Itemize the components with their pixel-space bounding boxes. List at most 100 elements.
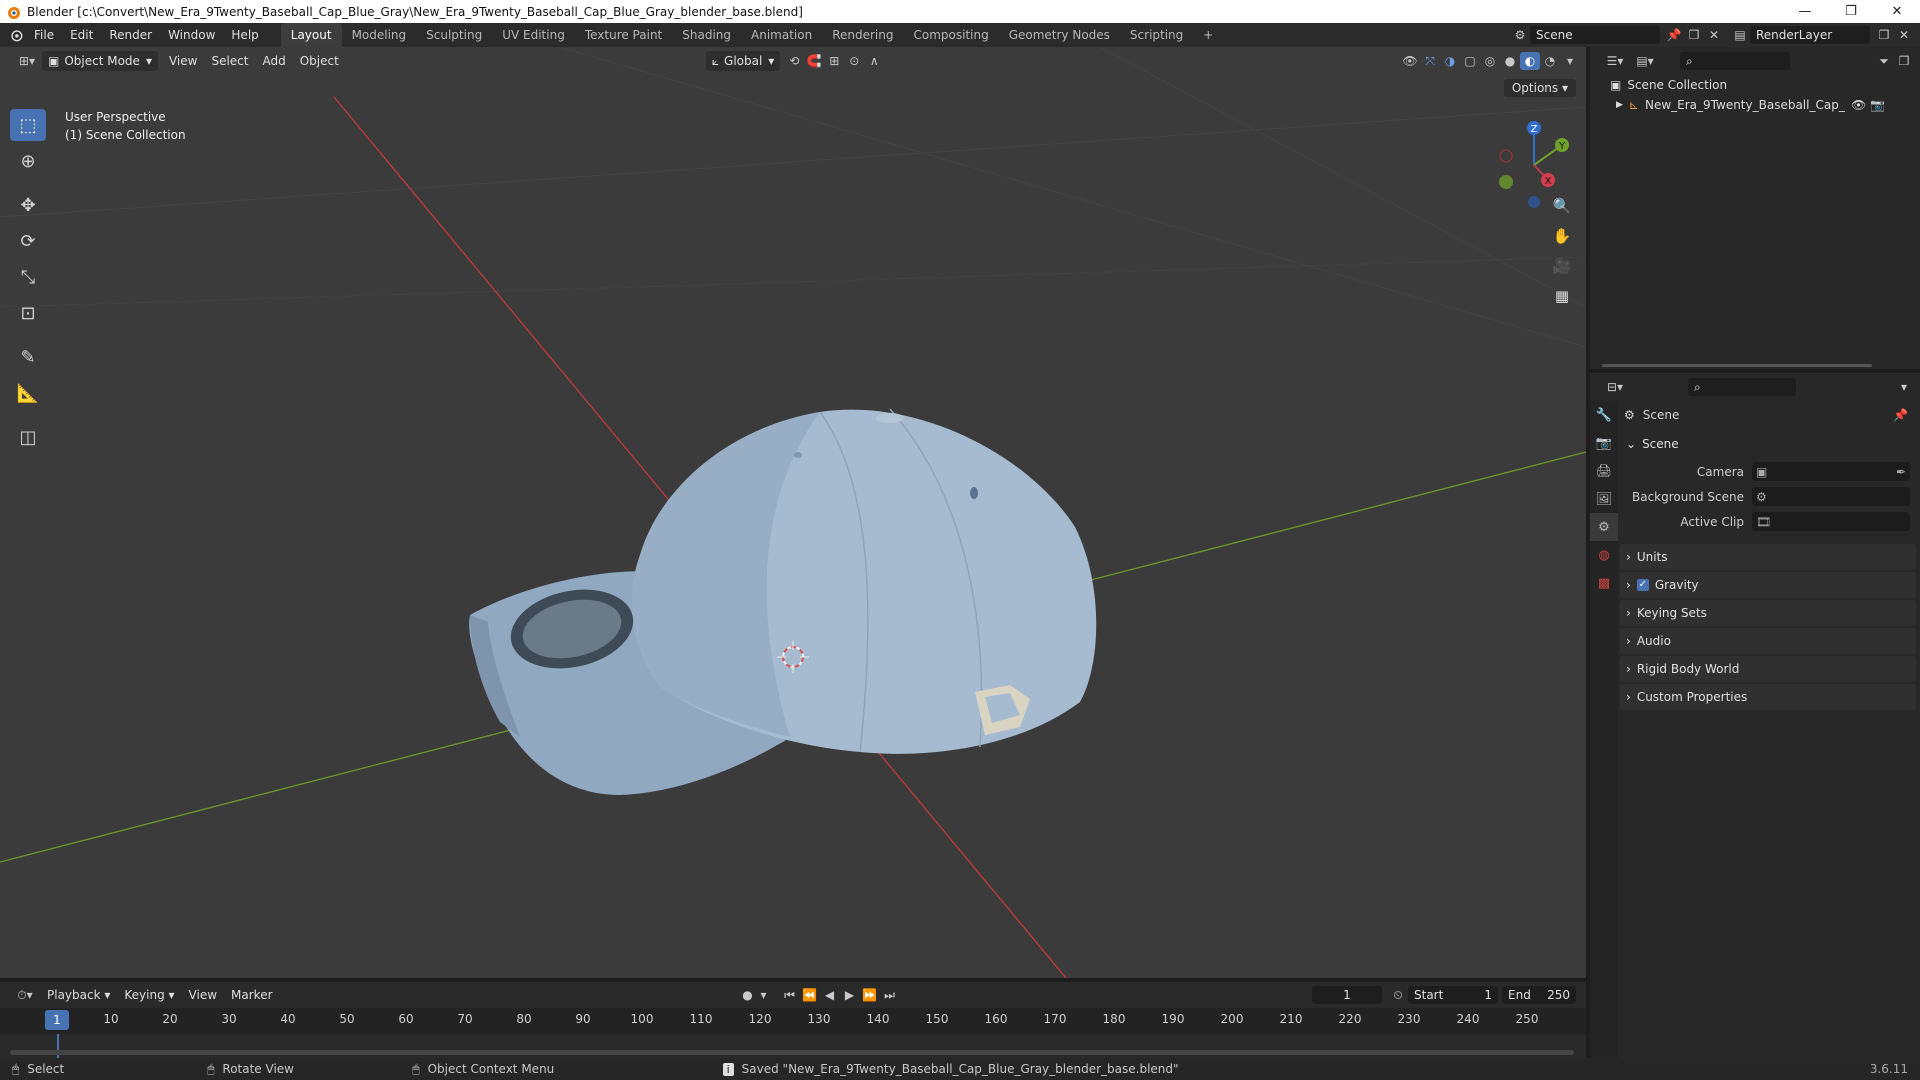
add-workspace-button[interactable]: +: [1193, 23, 1223, 47]
delete-layer-icon[interactable]: ✕: [1894, 26, 1914, 44]
eye-icon[interactable]: 👁: [1851, 98, 1866, 112]
tab-texture-paint[interactable]: Texture Paint: [575, 23, 672, 47]
outliner-row-object[interactable]: ▶ ⊾ New_Era_9Twenty_Baseball_Cap_Blue_ 👁…: [1590, 95, 1920, 115]
render-tab-icon[interactable]: 📷: [1590, 429, 1618, 457]
transform-tool[interactable]: ⊡: [10, 297, 46, 329]
play-icon[interactable]: ▶: [840, 986, 860, 1004]
viewport-menu-select[interactable]: Select: [204, 54, 255, 68]
viewport-menu-object[interactable]: Object: [293, 54, 346, 68]
shading-options-icon[interactable]: ▾: [1560, 52, 1580, 70]
menu-window[interactable]: Window: [160, 23, 223, 47]
timeline-editor-type-icon[interactable]: ⏱▾: [10, 986, 40, 1004]
timeline-menu-playback[interactable]: Playback ▾: [40, 988, 117, 1002]
timeline-scrollbar[interactable]: [10, 1050, 1574, 1055]
tab-geometry-nodes[interactable]: Geometry Nodes: [999, 23, 1120, 47]
camera-field[interactable]: ▣ ✒: [1752, 462, 1910, 481]
close-button[interactable]: ✕: [1874, 0, 1920, 23]
menu-file[interactable]: File: [26, 23, 62, 47]
end-frame-field[interactable]: End 250: [1502, 986, 1576, 1004]
view-layer-tab-icon[interactable]: 🖼: [1590, 485, 1618, 513]
timeline-editor[interactable]: ⏱▾ Playback ▾ Keying ▾ View Marker ● ▾ ⏮…: [0, 982, 1586, 1058]
menu-help[interactable]: Help: [223, 23, 266, 47]
gizmo-toggle-icon[interactable]: ⤧: [1420, 52, 1440, 70]
pivot-icon[interactable]: ⟲: [784, 52, 804, 70]
menu-edit[interactable]: Edit: [62, 23, 101, 47]
panel-custom-properties[interactable]: › Custom Properties: [1620, 684, 1916, 710]
timeline-menu-view[interactable]: View: [182, 988, 224, 1002]
tab-uv-editing[interactable]: UV Editing: [492, 23, 575, 47]
preview-range-icon[interactable]: ⏲: [1388, 986, 1408, 1004]
scene-tab-icon[interactable]: ⚙: [1590, 513, 1618, 541]
display-mode-icon[interactable]: ▤▾: [1630, 52, 1660, 70]
chevron-down-icon[interactable]: ▾: [758, 986, 770, 1004]
tab-layout[interactable]: Layout: [280, 23, 342, 47]
frame-cursor[interactable]: 1: [45, 1010, 69, 1030]
snap-target-icon[interactable]: ⊞: [824, 52, 844, 70]
tab-rendering[interactable]: Rendering: [822, 23, 903, 47]
outliner-scrollbar[interactable]: [1602, 364, 1872, 367]
play-reverse-icon[interactable]: ◀: [820, 986, 840, 1004]
current-frame-field[interactable]: 1: [1312, 986, 1382, 1004]
active-clip-field[interactable]: 🎞: [1752, 512, 1910, 531]
blender-menu-icon[interactable]: [6, 26, 26, 44]
world-tab-icon[interactable]: ◍: [1590, 541, 1618, 569]
rotate-tool[interactable]: ⟳: [10, 225, 46, 257]
panel-scene[interactable]: ⌄ Scene: [1620, 431, 1916, 457]
camera-view-icon[interactable]: 🎥: [1548, 252, 1576, 280]
mode-selector[interactable]: ▣ Object Mode ▾: [42, 51, 158, 71]
select-box-tool[interactable]: ⬚: [10, 109, 46, 141]
ortho-grid-icon[interactable]: ▦: [1548, 282, 1576, 310]
annotate-tool[interactable]: ✎: [10, 341, 46, 373]
scene-selector[interactable]: Scene: [1530, 26, 1660, 44]
tab-animation[interactable]: Animation: [741, 23, 822, 47]
falloff-icon[interactable]: ∧: [864, 52, 884, 70]
new-layer-icon[interactable]: ❐: [1874, 26, 1894, 44]
snap-icon[interactable]: 🧲: [804, 52, 824, 70]
cursor-tool[interactable]: ⊕: [10, 145, 46, 177]
options-dropdown[interactable]: Options ▾: [1503, 79, 1576, 97]
viewport-scene[interactable]: Z Y X: [0, 47, 1586, 978]
material-shading-icon[interactable]: ◐: [1520, 52, 1540, 70]
panel-units[interactable]: › Units: [1620, 544, 1916, 570]
viewport-menu-view[interactable]: View: [162, 54, 204, 68]
measure-tool[interactable]: 📐: [10, 377, 46, 409]
tab-sculpting[interactable]: Sculpting: [416, 23, 492, 47]
tab-shading[interactable]: Shading: [672, 23, 741, 47]
background-scene-field[interactable]: ⚙: [1752, 487, 1910, 506]
outliner-search-input[interactable]: ⌕: [1680, 52, 1790, 70]
record-icon[interactable]: ●: [738, 986, 758, 1004]
properties-editor[interactable]: ⊟▾ ⌕ ▾ 🔧 📷 🖨 🖼 ⚙ ◍ ▩ ⚙ Scene 📌 ⌄ Scene C…: [1590, 373, 1920, 1058]
visibility-icon[interactable]: 👁: [1400, 52, 1420, 70]
scene-icon[interactable]: ⚙: [1510, 26, 1530, 44]
outliner[interactable]: ☰▾ ▤▾ ⌕ ⏷ ❐ ▣ Scene Collection ▶ ⊾ New_E…: [1590, 47, 1920, 369]
timeline-menu-marker[interactable]: Marker: [224, 988, 279, 1002]
scale-tool[interactable]: ⤡: [10, 261, 46, 293]
gravity-checkbox[interactable]: ✓: [1636, 579, 1649, 591]
output-tab-icon[interactable]: 🖨: [1590, 457, 1618, 485]
view-layer-selector[interactable]: RenderLayer: [1750, 26, 1870, 44]
move-tool[interactable]: ✥: [10, 189, 46, 221]
solid-shading-icon[interactable]: ●: [1500, 52, 1520, 70]
start-frame-field[interactable]: Start 1: [1408, 986, 1498, 1004]
properties-editor-type-icon[interactable]: ⊟▾: [1600, 378, 1630, 396]
view-layer-icon[interactable]: ▤: [1730, 26, 1750, 44]
minimize-button[interactable]: —: [1782, 0, 1828, 23]
properties-search-input[interactable]: ⌕: [1688, 378, 1796, 396]
chevron-down-icon[interactable]: ▾: [1894, 378, 1914, 396]
prev-keyframe-icon[interactable]: ⏪: [800, 986, 820, 1004]
expand-arrow-icon[interactable]: ▶: [1616, 100, 1623, 110]
outliner-editor-type-icon[interactable]: ☰▾: [1600, 52, 1630, 70]
viewport-menu-add[interactable]: Add: [255, 54, 292, 68]
rendered-shading-icon[interactable]: ◔: [1540, 52, 1560, 70]
outliner-row-scene-collection[interactable]: ▣ Scene Collection: [1590, 75, 1920, 95]
tool-tab-icon[interactable]: 🔧: [1590, 401, 1618, 429]
panel-rigid-body-world[interactable]: › Rigid Body World: [1620, 656, 1916, 682]
editor-type-icon[interactable]: ⊞▾: [12, 52, 42, 70]
timeline-menu-keying[interactable]: Keying ▾: [117, 988, 181, 1002]
tab-modeling[interactable]: Modeling: [342, 23, 417, 47]
texture-tab-icon[interactable]: ▩: [1590, 569, 1618, 597]
panel-gravity[interactable]: › ✓ Gravity: [1620, 572, 1916, 598]
menu-render[interactable]: Render: [101, 23, 160, 47]
jump-end-icon[interactable]: ⏭: [880, 986, 900, 1004]
wireframe-shading-icon[interactable]: ◎: [1480, 52, 1500, 70]
